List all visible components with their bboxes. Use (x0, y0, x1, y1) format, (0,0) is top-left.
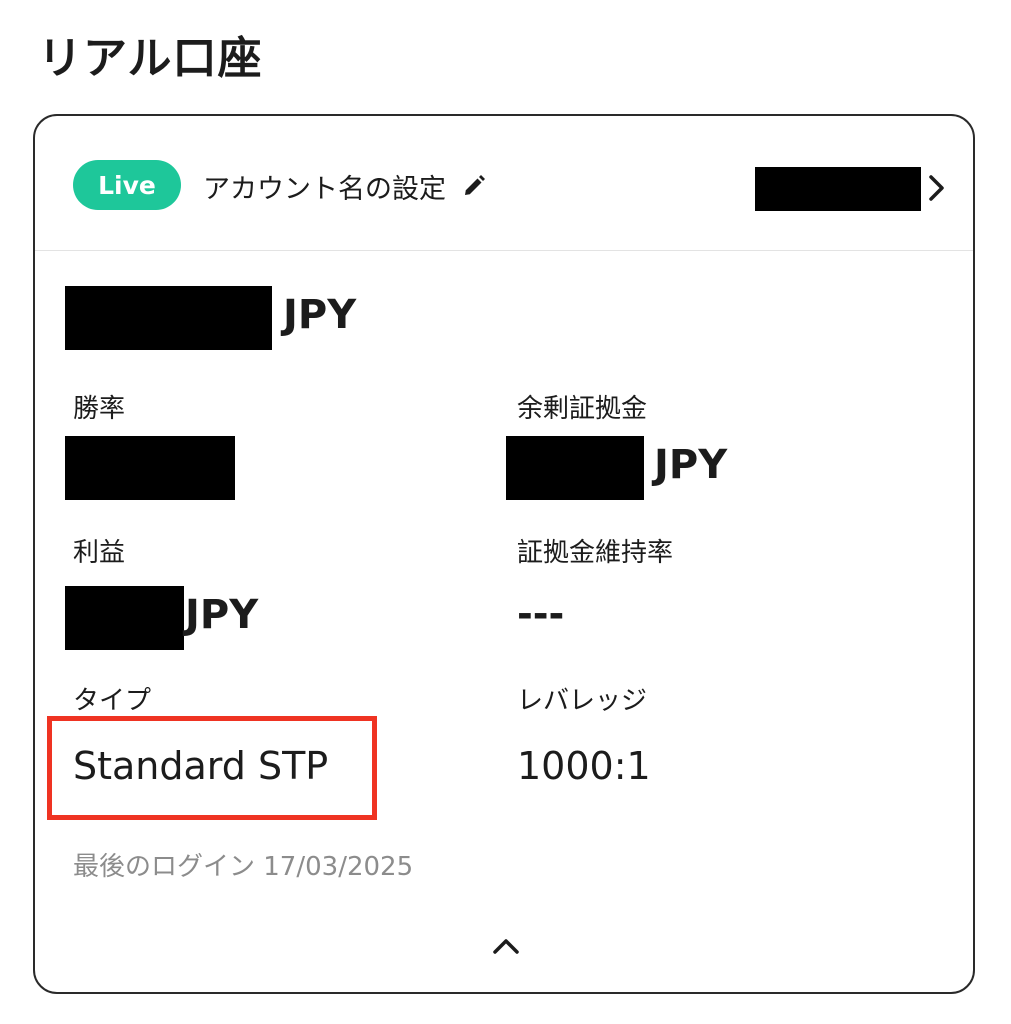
profit-label: 利益 (73, 538, 126, 568)
free-margin-value-redacted (506, 436, 644, 500)
pencil-icon[interactable] (460, 172, 488, 200)
win-rate-label: 勝率 (73, 394, 126, 424)
profit-currency: JPY (185, 592, 259, 638)
page: リアル口座 Live アカウント名の設定 JPY 勝率 余剰証拠金 JPY 利益… (0, 0, 1011, 1024)
profit-value-redacted (65, 586, 184, 650)
set-account-name-button[interactable]: アカウント名の設定 (203, 166, 488, 206)
account-card: Live アカウント名の設定 JPY 勝率 余剰証拠金 JPY 利益 JPY 証… (33, 114, 975, 994)
page-title: リアル口座 (38, 33, 263, 84)
account-number-redacted (755, 167, 921, 211)
win-rate-value-redacted (65, 436, 235, 500)
margin-level-label: 証拠金維持率 (517, 538, 674, 568)
free-margin-currency: JPY (654, 442, 728, 488)
type-value: Standard STP (73, 744, 329, 788)
margin-level-value: --- (517, 592, 565, 636)
live-badge: Live (73, 160, 181, 210)
type-label: タイプ (73, 686, 152, 716)
balance-currency: JPY (283, 292, 357, 338)
chevron-up-icon[interactable] (490, 934, 522, 958)
leverage-value: 1000:1 (517, 744, 651, 788)
chevron-right-icon[interactable] (925, 172, 949, 204)
last-login: 最後のログイン 17/03/2025 (73, 852, 414, 882)
free-margin-label: 余剰証拠金 (517, 394, 648, 424)
set-account-name-label: アカウント名の設定 (203, 173, 446, 205)
balance-value-redacted (65, 286, 272, 350)
account-card-header[interactable]: Live アカウント名の設定 (35, 116, 973, 251)
leverage-label: レバレッジ (517, 686, 648, 716)
